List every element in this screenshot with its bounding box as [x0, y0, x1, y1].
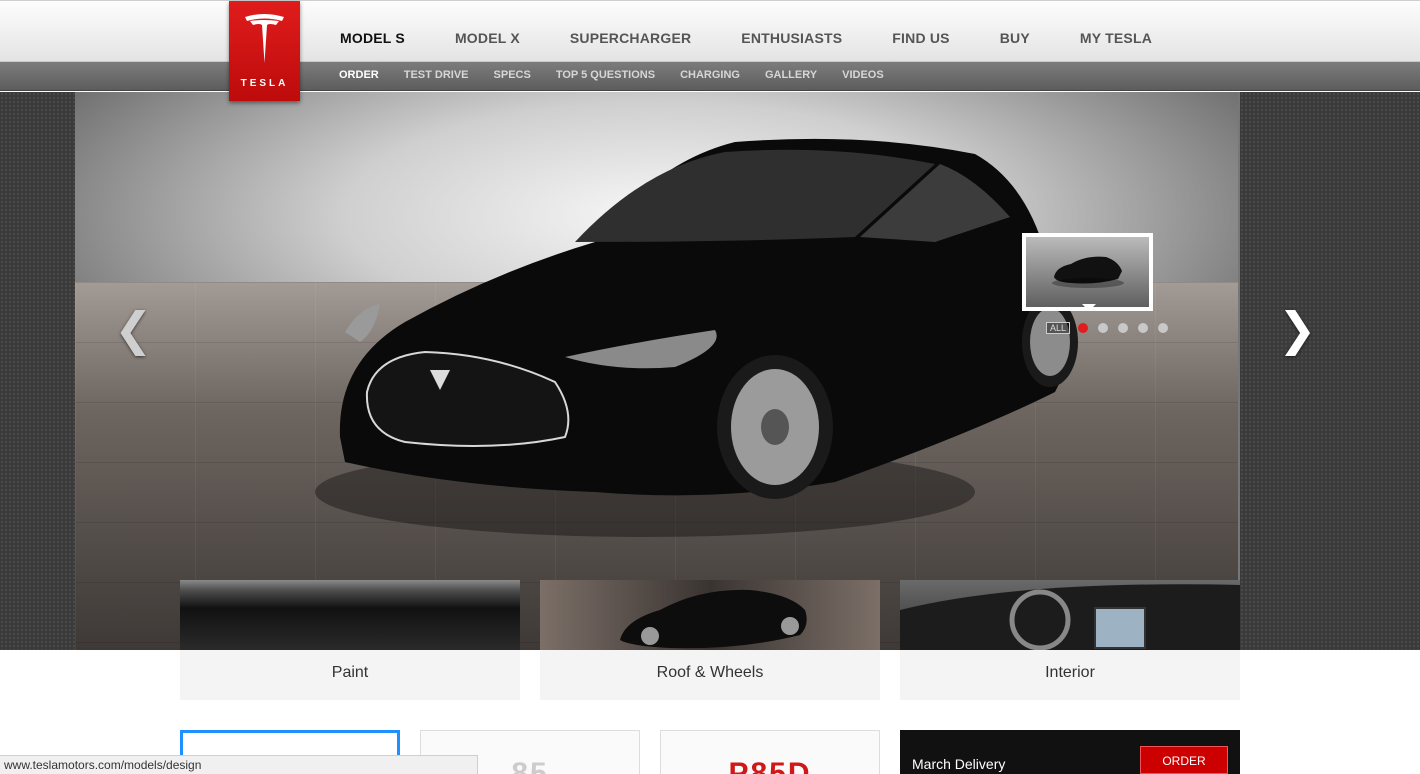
interior-option-card[interactable]: Interior: [900, 580, 1240, 700]
gallery-thumbnail[interactable]: [1022, 233, 1153, 311]
main-nav: MODEL S MODEL X SUPERCHARGER ENTHUSIASTS…: [340, 30, 1202, 46]
nav-supercharger[interactable]: SUPERCHARGER: [570, 30, 691, 46]
nav-model-x[interactable]: MODEL X: [455, 30, 520, 46]
paint-preview-image: [180, 580, 520, 650]
subnav-specs[interactable]: SPECS: [494, 69, 531, 81]
roof-wheels-preview-image: [540, 580, 880, 650]
interior-preview-image: [900, 580, 1240, 650]
paint-card-label: Paint: [331, 664, 369, 681]
subnav-gallery[interactable]: GALLERY: [765, 69, 817, 81]
page: TESLA MODEL S MODEL X SUPERCHARGER ENTHU…: [0, 0, 1420, 774]
nav-model-s[interactable]: MODEL S: [340, 30, 405, 46]
nav-buy[interactable]: BUY: [1000, 30, 1030, 46]
slide-dot-3[interactable]: [1118, 323, 1129, 333]
subnav-charging[interactable]: CHARGING: [680, 69, 740, 81]
logo-wordmark: TESLA: [240, 78, 289, 89]
nav-my-tesla[interactable]: MY TESLA: [1080, 30, 1152, 46]
delivery-text: March Delivery: [912, 756, 1006, 772]
slide-dot-5[interactable]: [1158, 323, 1169, 333]
order-button[interactable]: ORDER: [1140, 746, 1228, 774]
browser-status-url: www.teslamotors.com/models/design: [0, 755, 478, 774]
interior-card-label: Interior: [1045, 664, 1095, 681]
stage-divider: [1238, 92, 1240, 650]
tesla-t-icon: [245, 14, 284, 63]
thumbnail-car-image: [1052, 256, 1124, 288]
tesla-logo[interactable]: TESLA: [229, 1, 300, 101]
next-slide-chevron-icon[interactable]: ❯: [1278, 306, 1317, 352]
roof-wheels-card-label: Roof & Wheels: [656, 664, 764, 681]
sub-nav: ORDER TEST DRIVE SPECS TOP 5 QUESTIONS C…: [339, 69, 909, 81]
car-showcase: [75, 92, 1239, 650]
slide-indicators: ALL: [1046, 322, 1178, 334]
slide-dot-2[interactable]: [1098, 323, 1109, 333]
nav-enthusiasts[interactable]: ENTHUSIASTS: [741, 30, 842, 46]
previous-slide-chevron-icon[interactable]: ❮: [114, 306, 153, 352]
delivery-panel: March Delivery ORDER: [900, 730, 1240, 774]
subnav-test-drive[interactable]: TEST DRIVE: [404, 69, 469, 81]
nav-find-us[interactable]: FIND US: [892, 30, 949, 46]
battery-option-p85d[interactable]: P85D: [660, 730, 880, 774]
subnav-videos[interactable]: VIDEOS: [842, 69, 884, 81]
roof-wheels-option-card[interactable]: Roof & Wheels: [540, 580, 880, 700]
slide-dot-1[interactable]: [1078, 323, 1089, 333]
subnav-top-5-questions[interactable]: TOP 5 QUESTIONS: [556, 69, 655, 81]
paint-option-card[interactable]: Paint: [180, 580, 520, 700]
view-all-button[interactable]: ALL: [1046, 322, 1071, 334]
slide-dot-4[interactable]: [1138, 323, 1149, 333]
subnav-order[interactable]: ORDER: [339, 69, 379, 81]
model-s-car-image: [315, 138, 1078, 537]
battery-p85d-text: P85D: [728, 757, 812, 774]
